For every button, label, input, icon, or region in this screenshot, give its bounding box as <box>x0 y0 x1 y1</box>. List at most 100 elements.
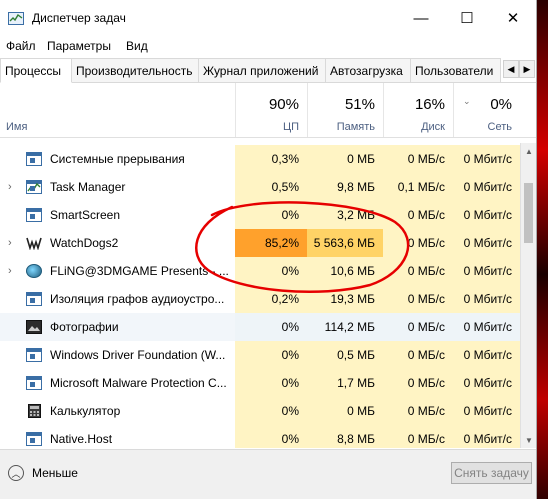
process-name: Калькулятор <box>50 404 121 418</box>
process-cpu: 85,2% <box>235 229 307 257</box>
column-name[interactable]: Имя <box>6 121 27 133</box>
menu-file[interactable]: Файл <box>6 39 36 53</box>
cpu-column-label: ЦП <box>282 121 299 133</box>
process-disk: 0 МБ/с <box>383 257 453 285</box>
process-memory: 0,5 МБ <box>307 341 383 369</box>
process-name: Фотографии <box>50 320 119 334</box>
window-icon <box>26 376 42 390</box>
memory-total-percent: 51% <box>344 96 375 113</box>
table-row[interactable]: › WatchDogs2 85,2% 5 563,6 МБ 0 МБ/с 0 Мбит/с <box>0 229 520 257</box>
process-disk: 0 МБ/с <box>383 145 453 173</box>
tab-startup[interactable]: Автозагрузка <box>326 58 411 82</box>
table-row[interactable]: Фотографии 0% 114,2 МБ 0 МБ/с 0 Мбит/с <box>0 313 520 341</box>
network-column-label: Сеть <box>487 121 512 133</box>
disk-column-label: Диск <box>421 121 445 133</box>
close-button[interactable]: ✕ <box>490 0 536 36</box>
network-total-percent: 0% <box>490 96 512 113</box>
process-cpu: 0% <box>235 397 307 425</box>
task-manager-icon <box>8 12 24 25</box>
fewer-details-button[interactable]: Меньше <box>32 466 78 480</box>
process-disk: 0 МБ/с <box>383 369 453 397</box>
table-row[interactable]: › FLiNG@3DMGAME Presents - ... 0% 10,6 МБ 0 … <box>0 257 520 285</box>
process-list: Системные прерывания 0,3% 0 МБ 0 МБ/с 0 Мбит… <box>0 143 520 448</box>
process-disk: 0 МБ/с <box>383 425 453 448</box>
calculator-icon <box>28 404 41 418</box>
process-name: Task Manager <box>50 180 126 194</box>
process-memory: 19,3 МБ <box>307 285 383 313</box>
process-disk: 0 МБ/с <box>383 285 453 313</box>
process-disk: 0 МБ/с <box>383 201 453 229</box>
process-memory: 5 563,6 МБ <box>307 229 383 257</box>
process-network: 0 Мбит/с <box>453 341 520 369</box>
process-cpu: 0% <box>235 313 307 341</box>
table-row[interactable]: Калькулятор 0% 0 МБ 0 МБ/с 0 Мбит/с <box>0 397 520 425</box>
minimize-button[interactable]: — <box>398 0 444 36</box>
process-network: 0 Мбит/с <box>453 313 520 341</box>
process-network: 0 Мбит/с <box>453 173 520 201</box>
end-task-button[interactable]: Снять задачу <box>451 462 532 484</box>
photo-icon <box>26 320 42 334</box>
process-name: Изоляция графов аудиоустро... <box>50 292 225 306</box>
process-name: Системные прерывания <box>50 152 185 166</box>
process-memory: 9,8 МБ <box>307 173 383 201</box>
memory-column-label: Память <box>336 121 375 133</box>
menu-bar: Файл Параметры Вид <box>0 36 536 56</box>
process-cpu: 0,5% <box>235 173 307 201</box>
expand-chevron-icon[interactable]: › <box>8 257 12 285</box>
column-disk[interactable]: 16% Диск <box>383 83 453 137</box>
watchdogs-icon <box>26 236 42 251</box>
process-disk: 0 МБ/с <box>383 313 453 341</box>
process-network: 0 Мбит/с <box>453 145 520 173</box>
expand-chevron-icon[interactable]: › <box>8 229 12 257</box>
chevron-up-icon[interactable]: ︿ <box>8 465 24 481</box>
process-network: 0 Мбит/с <box>453 201 520 229</box>
process-cpu: 0,2% <box>235 285 307 313</box>
process-cpu: 0% <box>235 257 307 285</box>
disk-total-percent: 16% <box>414 96 445 113</box>
column-memory[interactable]: 51% Память <box>307 83 383 137</box>
table-row[interactable]: SmartScreen 0% 3,2 МБ 0 МБ/с 0 Мбит/с <box>0 201 520 229</box>
process-network: 0 Мбит/с <box>453 369 520 397</box>
process-memory: 114,2 МБ <box>307 313 383 341</box>
process-name: Windows Driver Foundation (W... <box>50 348 226 362</box>
table-row[interactable]: › Task Manager 0,5% 9,8 МБ 0,1 МБ/с 0 Мбит/с <box>0 173 520 201</box>
expand-chevron-icon[interactable]: › <box>8 173 12 201</box>
table-row[interactable]: Windows Driver Foundation (W... 0% 0,5 МБ 0… <box>0 341 520 369</box>
column-network[interactable]: 0% Сеть <box>453 83 520 137</box>
process-memory: 10,6 МБ <box>307 257 383 285</box>
process-network: 0 Мбит/с <box>453 285 520 313</box>
tab-performance[interactable]: Производительность <box>72 58 199 82</box>
tab-processes[interactable]: Процессы <box>0 58 72 83</box>
vertical-scrollbar[interactable]: ▲ ▼ <box>520 143 536 448</box>
window-title: Диспетчер задач <box>32 11 126 25</box>
table-row[interactable]: Microsoft Malware Protection C... 0% 1,7 М… <box>0 369 520 397</box>
sort-arrow-icon: ⌄ <box>463 96 471 106</box>
task-manager-icon <box>26 180 42 194</box>
tab-scroll-right-button[interactable]: ▶ <box>519 60 535 78</box>
background-wallpaper <box>537 0 548 499</box>
process-network: 0 Мбит/с <box>453 425 520 448</box>
scrollbar-thumb[interactable] <box>524 183 533 243</box>
column-cpu[interactable]: 90% ЦП <box>235 83 307 137</box>
process-disk: 0 МБ/с <box>383 229 453 257</box>
scroll-down-arrow-icon[interactable]: ▼ <box>521 432 536 448</box>
table-row[interactable]: Изоляция графов аудиоустро... 0,2% 19,3 МБ… <box>0 285 520 313</box>
window-icon <box>26 208 42 222</box>
table-row[interactable]: Системные прерывания 0,3% 0 МБ 0 МБ/с 0 Мбит… <box>0 145 520 173</box>
process-memory: 8,8 МБ <box>307 425 383 448</box>
tab-users[interactable]: Пользователи <box>411 58 501 82</box>
table-row[interactable]: Native.Host 0% 8,8 МБ 0 МБ/с 0 Мбит/с <box>0 425 520 448</box>
maximize-button[interactable]: ☐ <box>444 0 490 36</box>
process-memory: 0 МБ <box>307 397 383 425</box>
fling-icon <box>26 264 42 278</box>
title-bar[interactable]: Диспетчер задач — ☐ ✕ <box>0 0 536 36</box>
tab-strip: Процессы Производительность Журнал прило… <box>0 58 536 83</box>
tab-scroll-left-button[interactable]: ◀ <box>503 60 519 78</box>
footer-bar: ︿ Меньше Снять задачу <box>0 449 536 499</box>
process-network: 0 Мбит/с <box>453 229 520 257</box>
menu-options[interactable]: Параметры <box>47 39 111 53</box>
process-cpu: 0% <box>235 425 307 448</box>
scroll-up-arrow-icon[interactable]: ▲ <box>521 143 536 159</box>
menu-view[interactable]: Вид <box>126 39 148 53</box>
tab-app-history[interactable]: Журнал приложений <box>199 58 326 82</box>
